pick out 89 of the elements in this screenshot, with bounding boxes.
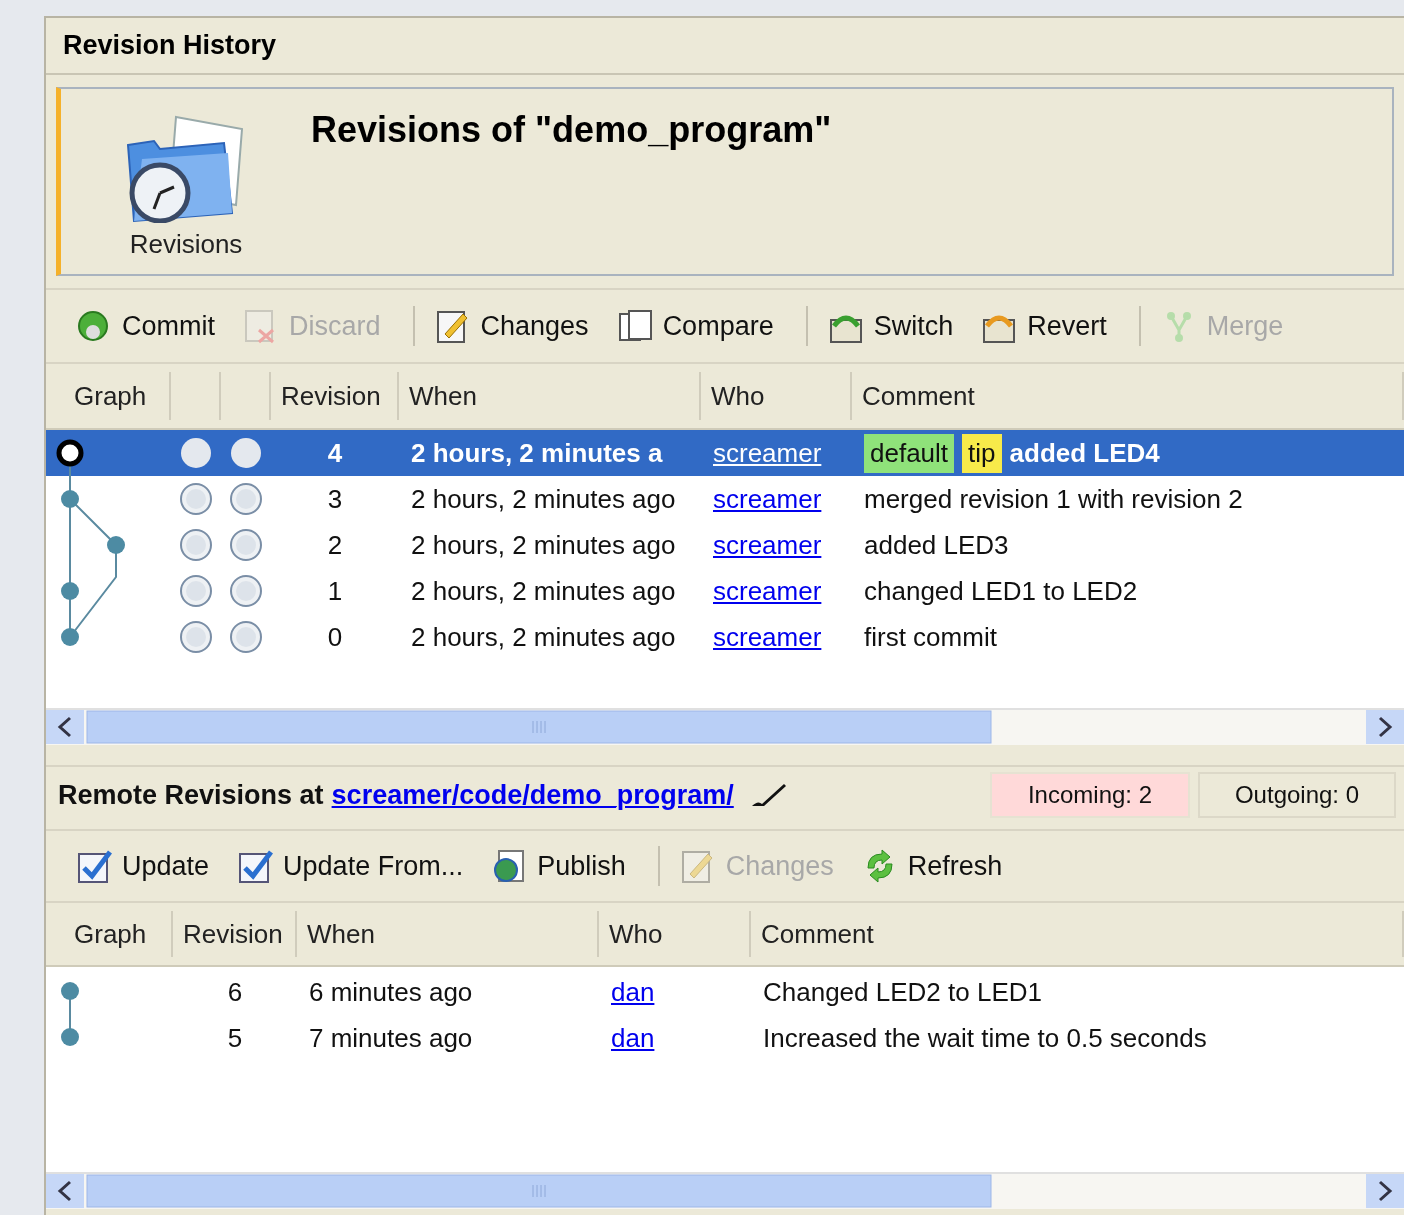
commit-node bbox=[107, 536, 125, 554]
commit-node bbox=[61, 982, 79, 1000]
table-row[interactable]: 0 2 hours, 2 minutes ago screamer first commit bbox=[46, 614, 1404, 660]
pages-icon bbox=[616, 308, 653, 344]
toolbar-button[interactable]: Commit bbox=[68, 301, 223, 351]
radio-icon bbox=[179, 436, 213, 470]
user-link[interactable]: dan bbox=[611, 1022, 655, 1053]
scroll-left-icon bbox=[46, 710, 84, 744]
column-header[interactable]: Comment bbox=[751, 911, 1404, 957]
scroll-right-icon bbox=[1366, 710, 1404, 744]
radio-icon bbox=[229, 528, 263, 562]
remote-label: Remote Revisions at bbox=[58, 778, 324, 812]
commit-node bbox=[61, 628, 79, 646]
table-cell: 6 minutes ago bbox=[309, 976, 473, 1007]
checkmark-icon bbox=[76, 848, 112, 884]
commit-node bbox=[61, 1028, 79, 1046]
horizontal-scrollbar[interactable] bbox=[46, 1172, 1404, 1209]
table-cell: 2 hours, 2 minutes ago bbox=[411, 483, 676, 514]
table-cell-text: merged revision 1 with revision 2 bbox=[864, 482, 1243, 516]
table-cell-text: added LED4 bbox=[1009, 436, 1160, 470]
commit-node bbox=[61, 490, 79, 508]
commit-node bbox=[61, 582, 79, 600]
user-link[interactable]: dan bbox=[611, 976, 655, 1007]
table-cell: Increased the wait time to 0.5 seconds bbox=[763, 1022, 1207, 1053]
column-header[interactable]: Who bbox=[701, 372, 852, 420]
incoming-count: Incoming: 2 bbox=[990, 772, 1190, 818]
table-cell-text: first commit bbox=[864, 620, 997, 654]
column-header[interactable]: Graph bbox=[46, 911, 173, 957]
toolbar-button[interactable]: Update From... bbox=[229, 841, 472, 891]
toolbar-button[interactable]: Compare bbox=[608, 301, 782, 351]
table-cell-text: 4 bbox=[327, 436, 343, 470]
table-cell: Changed LED2 to LED1 bbox=[763, 976, 1042, 1007]
tag-label: tip bbox=[962, 433, 1002, 473]
user-link[interactable]: screamer bbox=[713, 529, 822, 560]
toolbar-button[interactable]: Refresh bbox=[853, 841, 1011, 891]
outgoing-count: Outgoing: 0 bbox=[1198, 772, 1396, 818]
column-header[interactable]: When bbox=[399, 372, 701, 420]
column-header[interactable]: Graph bbox=[46, 372, 171, 420]
remote-url-link[interactable]: screamer/code/demo_program/ bbox=[331, 774, 734, 816]
table-cell-text: 1 bbox=[327, 574, 343, 608]
table-cell: 2 hours, 2 minutes ago bbox=[411, 621, 676, 652]
scroll-left-icon bbox=[46, 1174, 84, 1208]
table-cell-text: 2 bbox=[327, 528, 343, 562]
table-row[interactable]: 6 6 minutes ago dan Changed LED2 to LED1 bbox=[46, 969, 1404, 1015]
table-cell: 2 hours, 2 minutes a bbox=[411, 437, 663, 468]
table-cell-text: 6 bbox=[227, 975, 243, 1009]
table-cell: 7 minutes ago bbox=[309, 1022, 473, 1053]
radio-icon bbox=[179, 574, 213, 608]
user-link[interactable]: screamer bbox=[713, 437, 822, 468]
table-row[interactable]: 1 2 hours, 2 minutes ago screamer changed LED1 to LED2 bbox=[46, 568, 1404, 614]
toolbar-button[interactable]: Update bbox=[68, 841, 218, 891]
table-row[interactable]: 4 2 hours, 2 minutes a screamer default tip added LED4 bbox=[46, 430, 1404, 476]
tag-label: default bbox=[864, 433, 955, 473]
user-link[interactable]: screamer bbox=[713, 621, 822, 652]
horizontal-scrollbar[interactable] bbox=[46, 708, 1404, 745]
radio-icon bbox=[229, 574, 263, 608]
column-header[interactable]: Revision bbox=[271, 372, 399, 420]
toolbar-button[interactable]: Changes bbox=[426, 301, 597, 351]
table-row[interactable]: 2 2 hours, 2 minutes ago screamer added LED3 bbox=[46, 522, 1404, 568]
column-header[interactable]: Comment bbox=[852, 372, 1404, 420]
table-cell-text: 0 bbox=[327, 620, 343, 654]
table-cell: 2 hours, 2 minutes ago bbox=[411, 575, 676, 606]
table-cell: 2 hours, 2 minutes ago bbox=[411, 529, 676, 560]
toolbar-button[interactable]: Switch bbox=[819, 301, 962, 351]
table-row[interactable]: 3 2 hours, 2 minutes ago screamer merged revision 1 with revision 2 bbox=[46, 476, 1404, 522]
table-row[interactable]: 5 7 minutes ago dan Increased the wait time to 0.5 seconds bbox=[46, 1015, 1404, 1061]
table-cell-text: 5 bbox=[227, 1021, 243, 1055]
table-cell-text: changed LED1 to LED2 bbox=[864, 574, 1138, 608]
table-cell-text: added LED3 bbox=[864, 528, 1009, 562]
radio-icon bbox=[179, 620, 213, 654]
user-link[interactable]: screamer bbox=[713, 483, 822, 514]
radio-icon bbox=[229, 436, 263, 470]
checkmark-icon bbox=[237, 848, 274, 884]
radio-icon bbox=[179, 482, 213, 516]
panel-title: Revision History bbox=[63, 29, 277, 63]
user-link[interactable]: screamer bbox=[713, 575, 822, 606]
radio-icon bbox=[229, 482, 263, 516]
toolbar-button[interactable]: Publish bbox=[483, 841, 634, 891]
column-header[interactable]: Revision bbox=[173, 911, 297, 957]
column-header[interactable]: Who bbox=[599, 911, 751, 957]
toolbar-button[interactable]: Revert bbox=[973, 301, 1115, 351]
current-commit-node bbox=[56, 439, 84, 467]
scroll-right-icon bbox=[1366, 1174, 1404, 1208]
column-header[interactable]: When bbox=[297, 911, 599, 957]
radio-icon bbox=[179, 528, 213, 562]
table-cell-text: 3 bbox=[327, 482, 343, 516]
radio-icon bbox=[229, 620, 263, 654]
page-heading: Revisions of "demo_program" bbox=[311, 108, 832, 152]
icon-label: Revisions bbox=[129, 228, 243, 261]
